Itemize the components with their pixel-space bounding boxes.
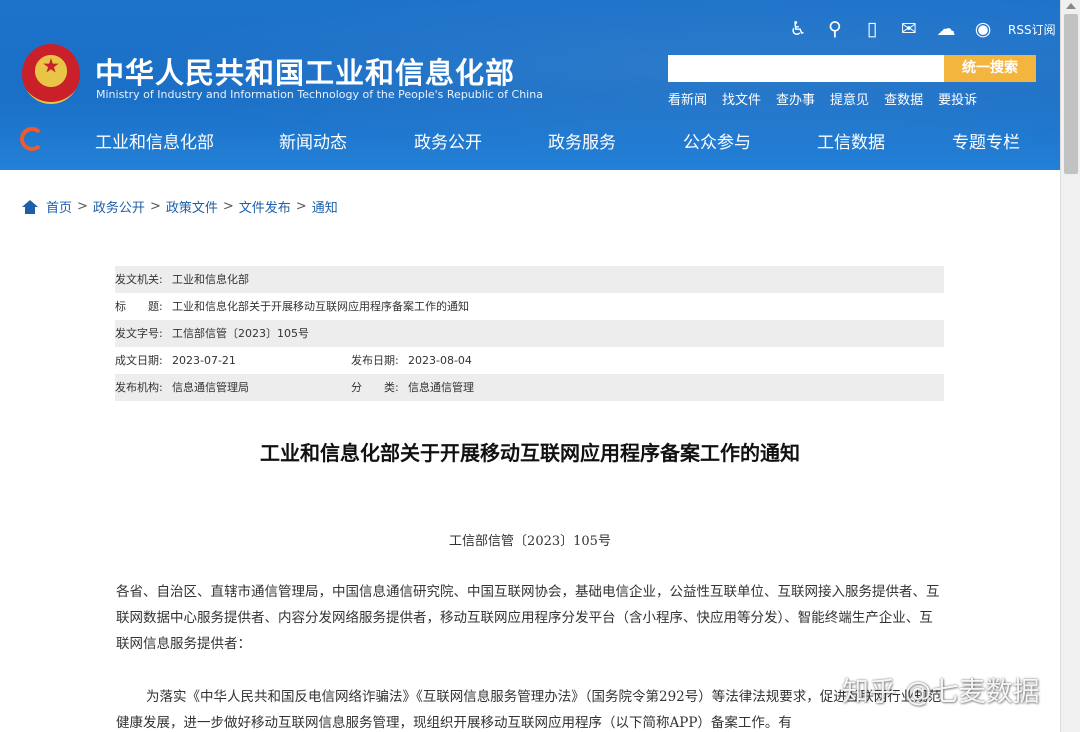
nav-item-services[interactable]: 政务服务	[548, 128, 616, 153]
meta-label: 发布机构:	[115, 381, 163, 394]
meta-label: 发布日期:	[351, 354, 399, 367]
accessibility-icon[interactable]: ♿	[786, 18, 810, 40]
meta-value: 信息通信管理局	[172, 381, 249, 394]
body-paragraph: 为落实《中华人民共和国反电信网络诈骗法》《互联网信息服务管理办法》（国务院令第2…	[116, 689, 942, 731]
quick-link-data[interactable]: 查数据	[884, 89, 923, 108]
nav-item-news[interactable]: 新闻动态	[279, 128, 347, 153]
quick-link-feedback[interactable]: 提意见	[830, 89, 869, 108]
breadcrumb: 首页 > 政务公开 > 政策文件 > 文件发布 > 通知	[22, 197, 338, 216]
nav-item-public-affairs[interactable]: 政务公开	[414, 128, 482, 153]
document-meta-table: 发文机关: 工业和信息化部 标 题: 工业和信息化部关于开展移动互联网应用程序备…	[115, 266, 944, 401]
rss-link[interactable]: RSS订阅	[1008, 21, 1056, 38]
scroll-up-icon[interactable]	[1066, 3, 1076, 9]
breadcrumb-releases[interactable]: 文件发布	[239, 197, 291, 216]
meta-row-doc-number: 发文字号: 工信部信管〔2023〕105号	[115, 320, 944, 347]
meta-row-issuer: 发文机关: 工业和信息化部	[115, 266, 944, 293]
home-icon[interactable]	[22, 199, 38, 214]
meta-label: 分 类:	[351, 381, 399, 394]
quick-link-services[interactable]: 查办事	[776, 89, 815, 108]
quick-link-news[interactable]: 看新闻	[668, 89, 707, 108]
site-subtitle: Ministry of Industry and Information Tec…	[96, 88, 543, 101]
nav-item-participation[interactable]: 公众参与	[683, 128, 751, 153]
mobile-icon[interactable]: ▯	[860, 18, 884, 40]
meta-label: 标 题:	[115, 300, 163, 313]
meta-value: 工信部信管〔2023〕105号	[172, 327, 309, 340]
breadcrumb-policy[interactable]: 政策文件	[166, 197, 218, 216]
national-emblem-icon	[22, 44, 80, 104]
nav-item-topics[interactable]: 专题专栏	[952, 128, 1020, 153]
nav-item-ministry[interactable]: 工业和信息化部	[95, 128, 214, 153]
ministry-logo-icon[interactable]	[20, 127, 44, 151]
meta-value: 2023-08-04	[408, 354, 472, 367]
nav-item-data[interactable]: 工信数据	[817, 128, 885, 153]
breadcrumb-notice[interactable]: 通知	[312, 197, 338, 216]
quick-link-complaint[interactable]: 要投诉	[938, 89, 977, 108]
scroll-thumb[interactable]	[1064, 14, 1078, 174]
meta-value: 2023-07-21	[172, 354, 236, 367]
meta-label: 发文字号:	[115, 327, 163, 340]
meta-row-dates: 成文日期: 2023-07-21 发布日期: 2023-08-04	[115, 347, 944, 374]
site-title: 中华人民共和国工业和信息化部	[95, 56, 516, 90]
watermark: 知乎 @七麦数据	[842, 677, 1040, 708]
quick-link-files[interactable]: 找文件	[722, 89, 761, 108]
weibo-icon[interactable]: ◉	[971, 18, 995, 40]
document-title: 工业和信息化部关于开展移动互联网应用程序备案工作的通知	[260, 441, 800, 465]
document-number: 工信部信管〔2023〕105号	[449, 534, 611, 549]
meta-row-agency: 发布机构: 信息通信管理局 分 类: 信息通信管理	[115, 374, 944, 401]
meta-value: 工业和信息化部	[172, 273, 249, 286]
mail-icon[interactable]: ✉	[897, 18, 921, 40]
vertical-scrollbar[interactable]	[1060, 0, 1080, 732]
meta-label: 成文日期:	[115, 354, 163, 367]
breadcrumb-separator: >	[77, 199, 88, 214]
top-utility-icons: ♿ ⚲ ▯ ✉ ☁ ◉ RSS订阅	[786, 16, 1056, 42]
site-header: 中华人民共和国工业和信息化部 Ministry of Industry and …	[0, 0, 1060, 170]
search-button[interactable]: 统一搜索	[944, 55, 1036, 82]
quick-links: 看新闻 找文件 查办事 提意见 查数据 要投诉	[668, 89, 977, 108]
breadcrumb-home[interactable]: 首页	[46, 197, 72, 216]
body-paragraph: 各省、自治区、直辖市通信管理局，中国信息通信研究院、中国互联网协会，基础电信企业…	[116, 584, 940, 652]
meta-row-title: 标 题: 工业和信息化部关于开展移动互联网应用程序备案工作的通知	[115, 293, 944, 320]
meta-value: 信息通信管理	[408, 381, 474, 394]
search-input[interactable]	[668, 55, 944, 82]
wheelchair-icon[interactable]: ⚲	[823, 18, 847, 40]
breadcrumb-separator: >	[149, 199, 161, 214]
main-nav: 工业和信息化部 新闻动态 政务公开 政务服务 公众参与 工信数据 专题专栏	[0, 118, 1060, 160]
breadcrumb-public-affairs[interactable]: 政务公开	[93, 197, 145, 216]
meta-value: 工业和信息化部关于开展移动互联网应用程序备案工作的通知	[172, 300, 469, 313]
wechat-icon[interactable]: ☁	[934, 18, 958, 40]
breadcrumb-separator: >	[295, 199, 307, 214]
breadcrumb-separator: >	[222, 199, 234, 214]
meta-label: 发文机关:	[115, 273, 163, 286]
